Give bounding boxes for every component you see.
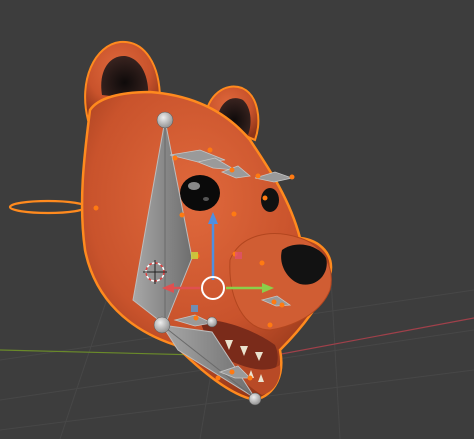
gizmo-plane-handle-2[interactable] [235, 252, 242, 259]
eye-highlight-small [203, 197, 209, 201]
eye [180, 175, 220, 211]
eye-highlight [188, 182, 200, 190]
hoop-object[interactable] [8, 199, 88, 215]
gizmo-plane-handle-3[interactable] [191, 305, 198, 312]
gizmo-plane-handle[interactable] [191, 252, 198, 259]
viewport-canvas[interactable] [0, 0, 474, 439]
3d-viewport[interactable] [0, 0, 474, 439]
